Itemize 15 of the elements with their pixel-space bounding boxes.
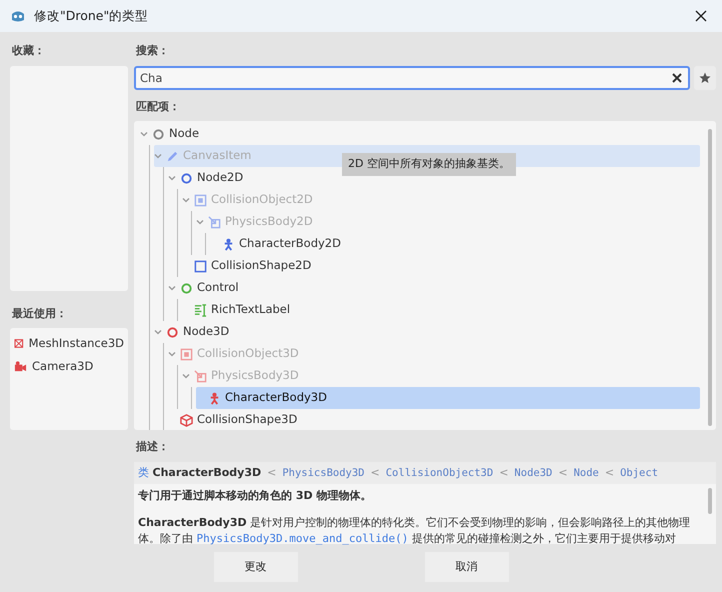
separator-text: <	[370, 466, 380, 478]
matches-label: 匹配项：	[135, 98, 181, 114]
summary-text: 专门用于通过脚本移动的角色的 3D 物理物体。	[138, 488, 372, 504]
favorites-label: 收藏：	[11, 43, 46, 59]
separator-text: <	[604, 466, 614, 478]
window-title: 修改"Drone"的类型	[34, 6, 148, 25]
description-label: 描述：	[134, 439, 170, 455]
search-label: 搜索：	[134, 43, 170, 59]
separator-text: <	[267, 466, 276, 478]
recent-label: 最近使用：	[11, 306, 68, 322]
separator-text: <	[499, 466, 508, 478]
description-text: CharacterBody3D 是针对用户控制的物理体的特化类。它们不会受到物理的影响，但会影响路径上的其他物理体。除了由 PhysicsBody3D.move_and_collide() 提供的常见的碰撞检测之外，它们主要用于提供移动对	[138, 514, 692, 547]
separator-text: <	[558, 466, 568, 478]
class-heading: 类 CharacterBody3D < PhysicsBody3D < CollisionObject3D < Node3D < Node < Object	[134, 462, 716, 484]
tooltip: 2D 空间中所有对象的抽象基类。	[342, 153, 516, 176]
